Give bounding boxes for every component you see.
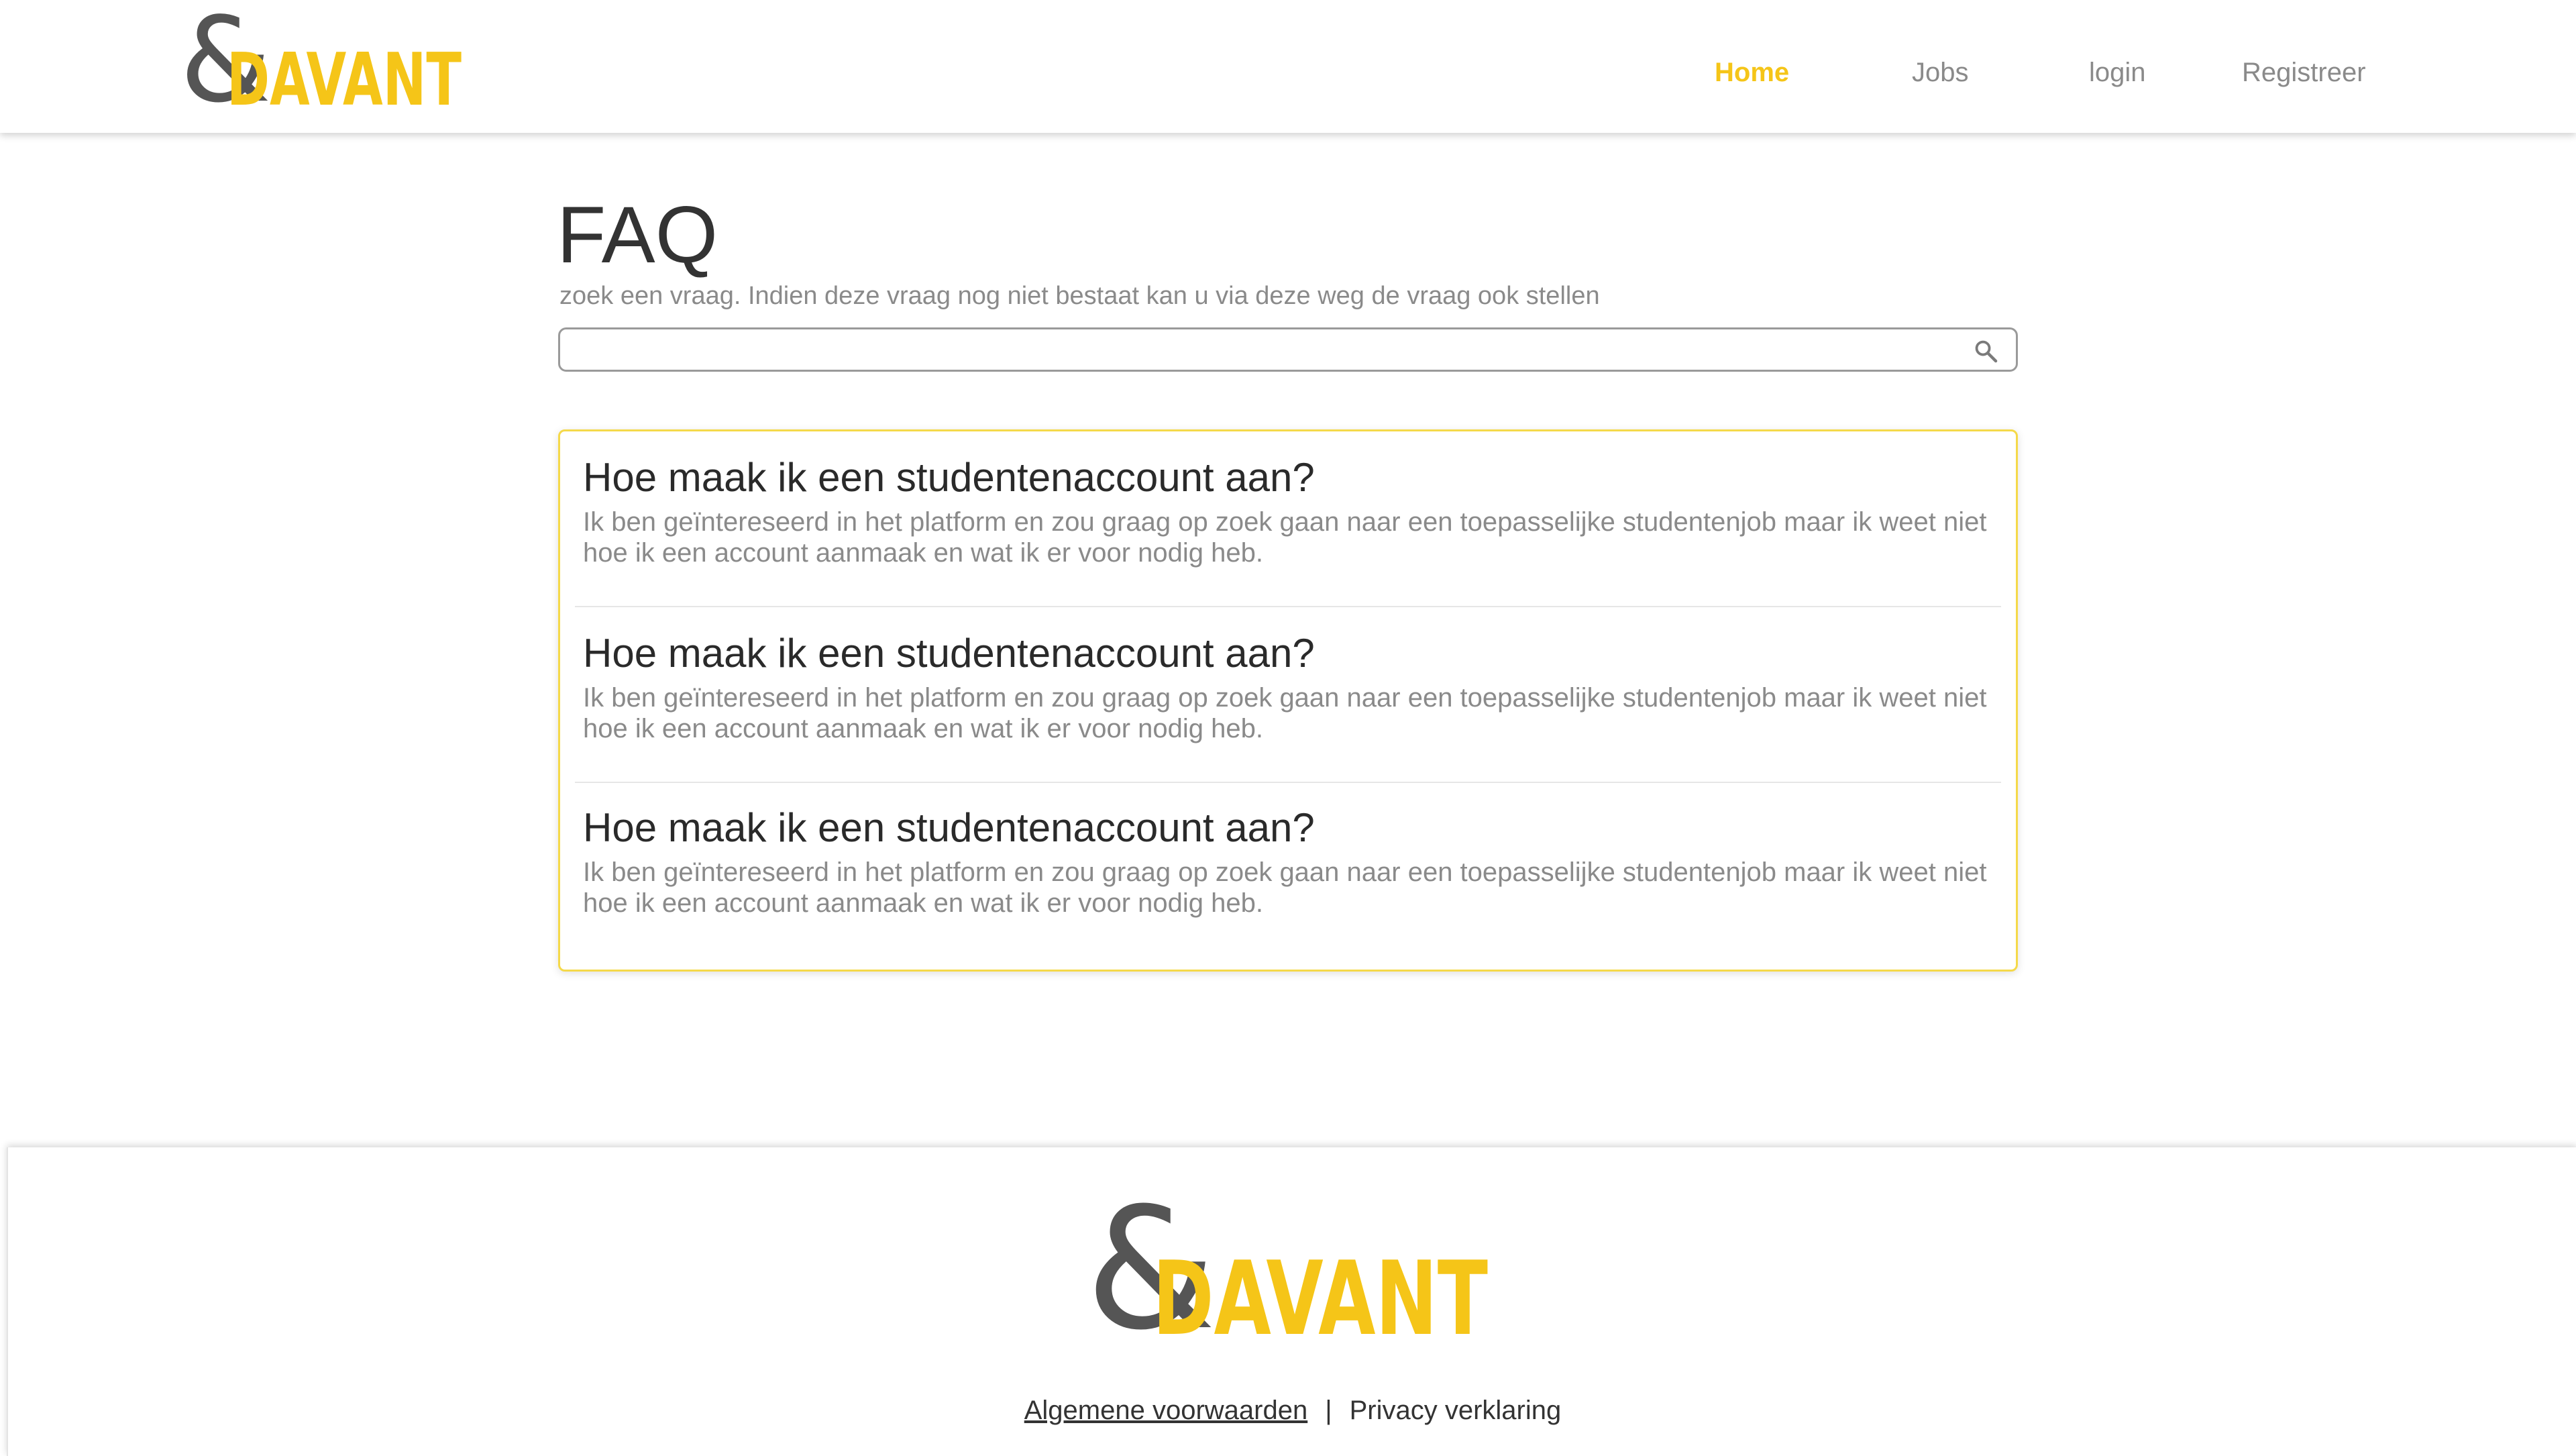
page-title: FAQ	[557, 190, 718, 280]
search-icon[interactable]	[1973, 338, 1998, 364]
nav-home[interactable]: Home	[1715, 58, 1789, 88]
privacy-link[interactable]: Privacy verklaring	[1350, 1396, 1562, 1425]
search-input[interactable]	[567, 332, 1945, 368]
nav-jobs[interactable]: Jobs	[1912, 58, 1969, 88]
faq-item[interactable]: Hoe maak ik een studentenaccount aan? Ik…	[575, 607, 2001, 783]
footer-logo-wordmark: DAVANT	[1152, 1239, 1488, 1343]
faq-answer: Ik ben geïntereseerd in het platform en …	[583, 857, 1987, 918]
davant-logo-footer[interactable]: & DAVANT	[1088, 1192, 1504, 1343]
terms-link[interactable]: Algemene voorwaarden	[1024, 1396, 1307, 1425]
logo-wordmark: DAVANT	[227, 38, 462, 113]
nav-registreer[interactable]: Registreer	[2242, 58, 2366, 88]
site-header: & DAVANT Home Jobs login Registreer	[0, 0, 2576, 133]
footer-links: Algemene voorwaarden | Privacy verklaring	[8, 1396, 2576, 1426]
faq-item[interactable]: Hoe maak ik een studentenaccount aan? Ik…	[575, 782, 2001, 957]
faq-answer: Ik ben geïntereseerd in het platform en …	[583, 507, 1987, 568]
page-subtitle: zoek een vraag. Indien deze vraag nog ni…	[559, 282, 1600, 310]
footer-separator: |	[1325, 1396, 1332, 1425]
faq-question[interactable]: Hoe maak ik een studentenaccount aan?	[583, 630, 1315, 676]
nav-login[interactable]: login	[2089, 58, 2146, 88]
site-footer: & DAVANT Algemene voorwaarden | Privacy ve…	[7, 1147, 2576, 1456]
davant-logo[interactable]: & DAVANT	[181, 5, 476, 113]
search-bar[interactable]	[558, 327, 2018, 372]
faq-item[interactable]: Hoe maak ik een studentenaccount aan? Ik…	[575, 431, 2001, 607]
faq-list: Hoe maak ik een studentenaccount aan? Ik…	[558, 429, 2018, 972]
faq-answer: Ik ben geïntereseerd in het platform en …	[583, 683, 1987, 743]
faq-question[interactable]: Hoe maak ik een studentenaccount aan?	[583, 454, 1315, 501]
faq-question[interactable]: Hoe maak ik een studentenaccount aan?	[583, 804, 1315, 851]
